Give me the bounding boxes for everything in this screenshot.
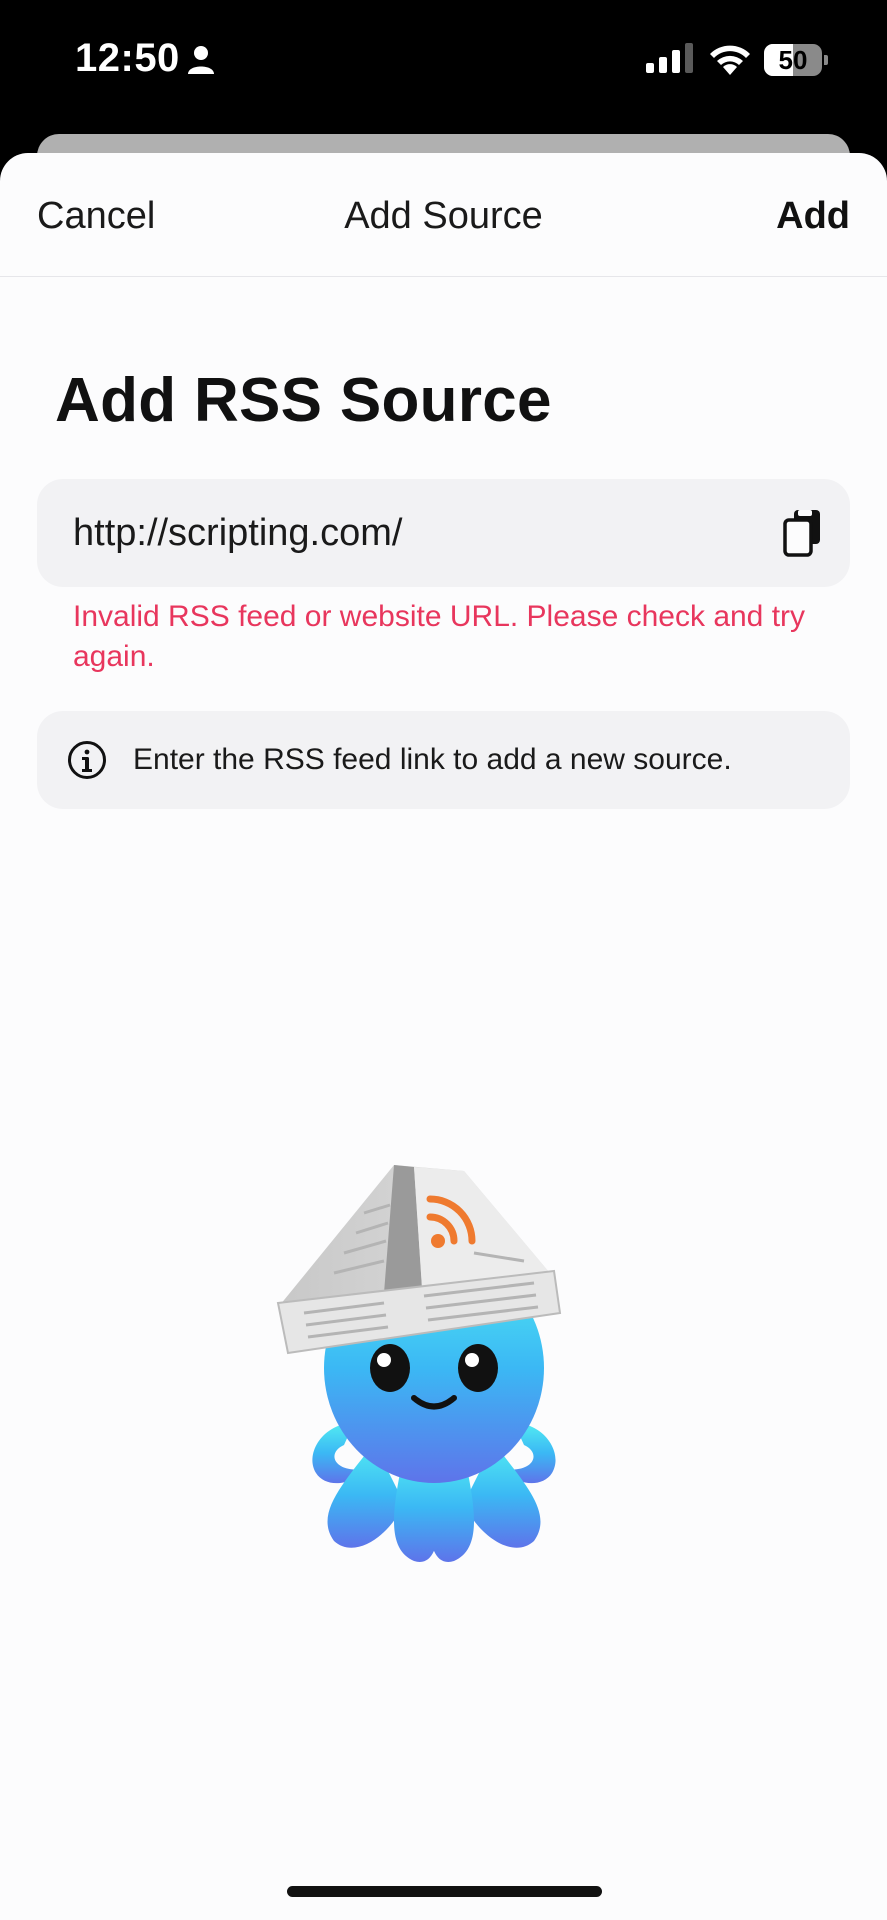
status-bar: 12:50 50	[0, 0, 887, 120]
info-box: Enter the RSS feed link to add a new sou…	[37, 711, 850, 809]
add-button[interactable]: Add	[776, 195, 850, 238]
person-icon	[188, 46, 214, 74]
octopus-rss-mascot	[276, 1165, 562, 1562]
wifi-icon	[710, 45, 750, 75]
navigation-bar: Cancel Add Source Add	[0, 153, 887, 277]
error-message: Invalid RSS feed or website URL. Please …	[73, 600, 806, 673]
info-text: Enter the RSS feed link to add a new sou…	[133, 743, 732, 776]
home-indicator	[287, 1886, 602, 1897]
url-input[interactable]	[73, 479, 753, 587]
url-field	[37, 479, 850, 587]
add-source-sheet: Cancel Add Source Add Add RSS Source Inv…	[0, 153, 887, 1920]
battery-icon: 50	[764, 44, 828, 76]
battery-level: 50	[778, 45, 808, 75]
nav-title: Add Source	[344, 195, 543, 237]
status-time: 12:50	[75, 36, 180, 80]
paste-icon[interactable]	[782, 508, 824, 558]
signal-icon	[646, 43, 693, 73]
page-title: Add RSS Source	[55, 366, 552, 435]
info-icon	[68, 741, 106, 779]
